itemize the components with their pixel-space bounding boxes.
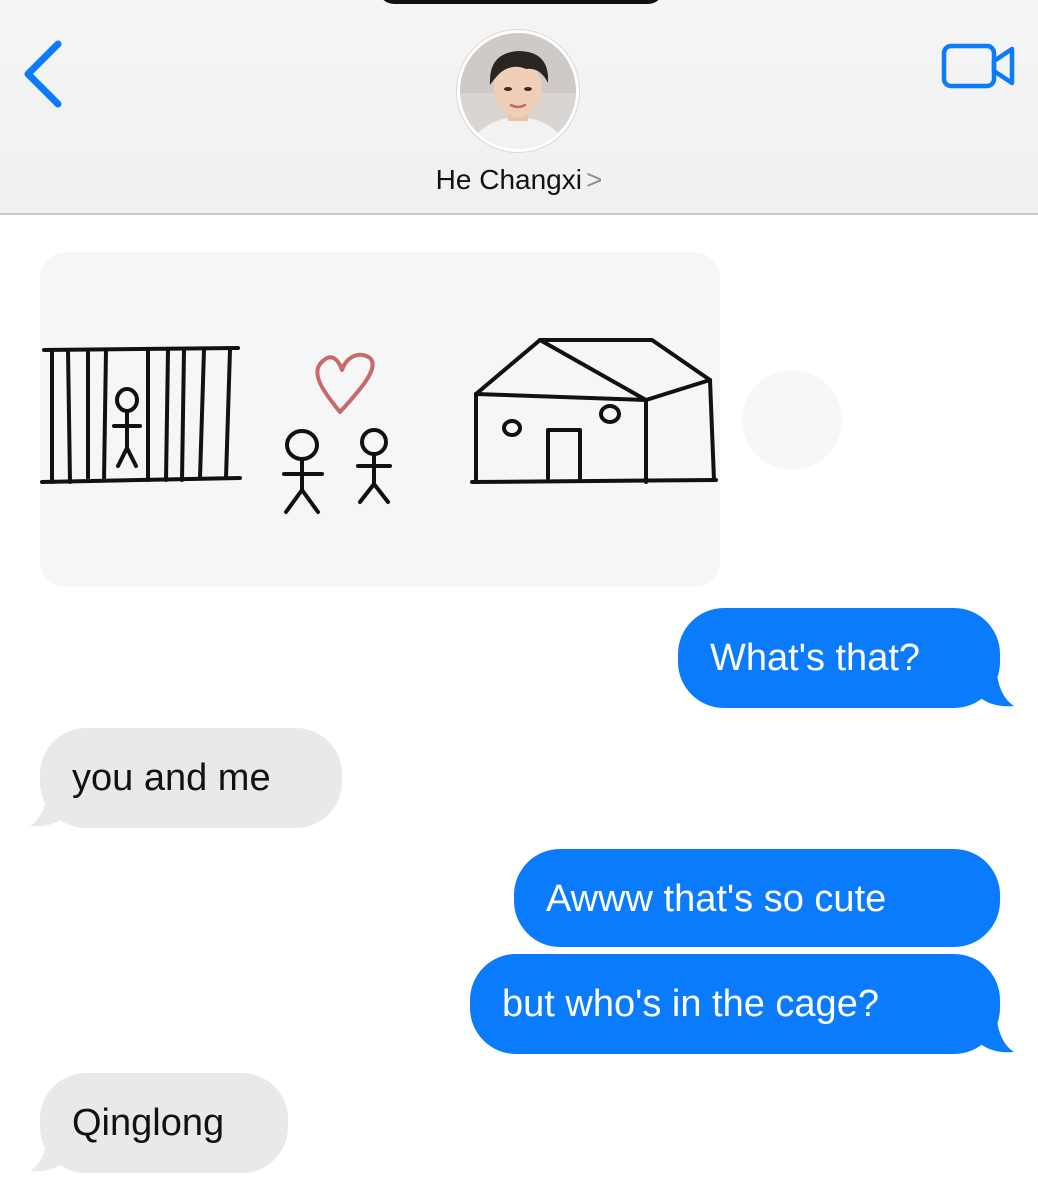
message-bubble-sent[interactable]: but who's in the cage? [470, 954, 1000, 1054]
message-text: Qinglong [72, 1102, 225, 1144]
contact-name-button[interactable]: He Changxi > [0, 164, 1038, 196]
avatar-photo [460, 33, 576, 149]
bubble-tail [978, 666, 1014, 707]
message-bubble-sent[interactable]: Awww that's so cute [514, 849, 1000, 947]
image-attachment[interactable] [40, 252, 720, 587]
message-text: you and me [72, 757, 271, 799]
device-notch [378, 0, 664, 4]
video-camera-icon [941, 43, 1015, 89]
message-text: Awww that's so cute [546, 878, 887, 920]
contact-name: He Changxi [435, 164, 582, 195]
message-text: but who's in the cage? [502, 983, 879, 1025]
chevron-left-icon [24, 40, 62, 108]
facetime-video-button[interactable] [940, 40, 1020, 92]
message-bubble-sent[interactable]: What's that? [678, 608, 1000, 708]
message-bubble-received[interactable]: you and me [40, 728, 342, 828]
bubble-tail [30, 786, 66, 827]
bubble-tail [30, 1131, 66, 1172]
message-bubble-received[interactable]: Qinglong [40, 1073, 288, 1173]
drawing-image [40, 338, 718, 514]
chevron-right-icon: > [585, 164, 603, 195]
message-text: What's that? [710, 637, 921, 679]
contact-avatar[interactable] [457, 30, 579, 152]
conversation-header: He Changxi > [0, 0, 1038, 215]
bubble-tail [978, 1012, 1014, 1053]
back-button[interactable] [20, 38, 70, 110]
messages-screen: He Changxi > What's that? you and me Aww… [0, 0, 1038, 1200]
tapback-placeholder [742, 370, 842, 470]
